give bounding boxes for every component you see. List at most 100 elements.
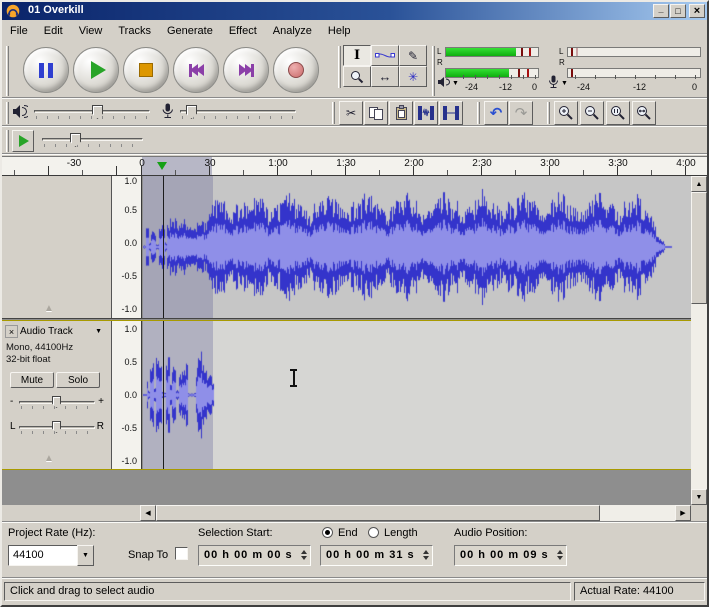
menu-generate[interactable]: Generate [159,22,221,40]
edit-toolbar-grip[interactable] [332,102,335,124]
menu-file[interactable]: File [2,22,36,40]
track-1-waveform-canvas[interactable] [143,176,691,318]
meter-dropdown-icon[interactable]: ▼ [452,80,459,87]
cut-icon: ✂ [346,107,356,119]
zoom-toolbar-grip[interactable] [547,102,550,124]
record-button[interactable] [273,47,319,93]
track-collapse-icon[interactable]: ▲ [44,453,54,464]
pan-slider[interactable]: L R [10,419,104,439]
close-button[interactable]: × [689,4,705,18]
playhead-triangle[interactable] [157,162,167,170]
project-rate-dropdown-button[interactable]: ▼ [77,545,94,566]
track-1-vertical-ruler[interactable]: 1.0 0.5 0.0 -0.5 -1.0 [112,176,142,318]
toolbar-divider [2,125,707,127]
track-2-waveform-canvas[interactable] [143,321,691,469]
audio-position-field[interactable]: 00 h 00 m 09 s [454,545,567,566]
track-title-menu[interactable]: Audio Track ▼ [20,325,102,338]
recording-meter[interactable]: L R ▼ -24 -12 0 [545,45,703,97]
tools-toolbar-grip[interactable] [338,46,341,88]
length-radio[interactable] [368,527,379,538]
gain-slider[interactable]: - + [10,394,104,414]
zoom-out-button[interactable] [580,101,604,125]
menu-view[interactable]: View [71,22,111,40]
trim-audio-button[interactable] [414,101,438,125]
fit-project-button[interactable] [632,101,656,125]
track-2-control-panel[interactable]: × Audio Track ▼ Mono, 44100Hz 32-bit flo… [2,321,112,469]
end-radio[interactable] [322,527,333,538]
ruler-tick-label: 2:30 [472,158,491,169]
selection-end-field[interactable]: 00 h 00 m 31 s [320,545,433,566]
track-collapse-icon[interactable]: ▲ [44,303,54,314]
ruler-tick-label: 2:00 [404,158,423,169]
transcription-toolbar-grip[interactable] [6,130,9,152]
horizontal-scroll-thumb[interactable] [156,505,600,521]
transport-toolbar-grip[interactable] [6,46,9,96]
output-volume-slider[interactable] [32,102,152,124]
title-bar[interactable]: 01 Overkill _ □ × [2,2,707,20]
pause-button[interactable] [23,47,69,93]
menu-help[interactable]: Help [320,22,359,40]
project-rate-combo[interactable]: 44100 [8,545,78,566]
input-volume-slider[interactable] [178,102,298,124]
length-radio-label[interactable]: Length [384,527,418,539]
selection-start-field[interactable]: 00 h 00 m 00 s [198,545,311,566]
scroll-left-button[interactable]: ◀ [140,505,156,521]
menu-edit[interactable]: Edit [36,22,71,40]
mute-label: Mute [21,375,43,386]
track-1-control-panel[interactable]: ▲ [2,176,112,318]
track-close-button[interactable]: × [5,325,18,338]
toolbar-divider [2,97,707,99]
vertical-scrollbar[interactable]: ▲ ▼ [691,176,707,505]
menu-effect[interactable]: Effect [221,22,265,40]
undo-toolbar-grip[interactable] [477,102,480,124]
multi-tool-button[interactable]: ✳ [399,66,427,87]
paste-button[interactable] [389,101,413,125]
maximize-icon: □ [675,6,680,16]
redo-button[interactable]: ↷ [509,101,533,125]
menu-analyze[interactable]: Analyze [265,22,320,40]
undo-button[interactable]: ↶ [484,101,508,125]
vertical-scroll-thumb[interactable] [691,192,707,304]
zoom-tool-button[interactable] [343,66,371,87]
time-shift-tool-button[interactable]: ↔ [371,66,399,87]
snap-to-checkbox[interactable] [175,547,188,560]
envelope-tool-button[interactable] [371,45,399,66]
play-at-speed-button[interactable] [12,130,34,152]
selection-tool-button[interactable]: I [343,45,371,66]
solo-button[interactable]: Solo [56,372,100,388]
track-format-label: Mono, 44100Hz [6,342,73,353]
track-2-vertical-ruler[interactable]: 1.0 0.5 0.0 -0.5 -1.0 [112,321,142,469]
timeline-ruler[interactable]: -30 0 30 1:00 1:30 2:00 2:30 3:00 3:30 4… [2,156,707,176]
skip-to-end-button[interactable] [223,47,269,93]
cut-button[interactable]: ✂ [339,101,363,125]
silence-audio-button[interactable] [439,101,463,125]
menu-tracks[interactable]: Tracks [110,22,159,40]
end-radio-label[interactable]: End [338,527,358,539]
play-button[interactable] [73,47,119,93]
meter-dropdown-icon[interactable]: ▼ [561,80,568,87]
scale-label: 0 [692,82,697,92]
playback-meter[interactable]: L R ▼ -24 -12 0 [437,45,541,97]
maximize-button[interactable]: □ [670,4,686,18]
scroll-down-button[interactable]: ▼ [691,489,707,505]
copy-button[interactable] [364,101,388,125]
fit-selection-button[interactable] [606,101,630,125]
mixer-toolbar-grip[interactable] [6,102,9,124]
track-1-waveform-area[interactable] [143,176,691,318]
time-spinner[interactable] [301,550,307,560]
time-spinner[interactable] [423,550,429,560]
skip-to-start-button[interactable] [173,47,219,93]
time-spinner[interactable] [557,550,563,560]
playback-speed-slider[interactable] [40,130,145,152]
scroll-up-button[interactable]: ▲ [691,176,707,192]
zoom-in-button[interactable] [554,101,578,125]
mute-button[interactable]: Mute [10,372,54,388]
scroll-right-button[interactable]: ▶ [675,505,691,521]
draw-tool-button[interactable]: ✎ [399,45,427,66]
stop-button[interactable] [123,47,169,93]
track-2-waveform-area[interactable] [143,321,691,469]
meter-toolbar-grip[interactable] [432,46,435,96]
scroll-up-icon: ▲ [696,181,703,188]
horizontal-scrollbar[interactable]: ◀ ▶ [140,505,691,521]
minimize-button[interactable]: _ [653,4,669,18]
